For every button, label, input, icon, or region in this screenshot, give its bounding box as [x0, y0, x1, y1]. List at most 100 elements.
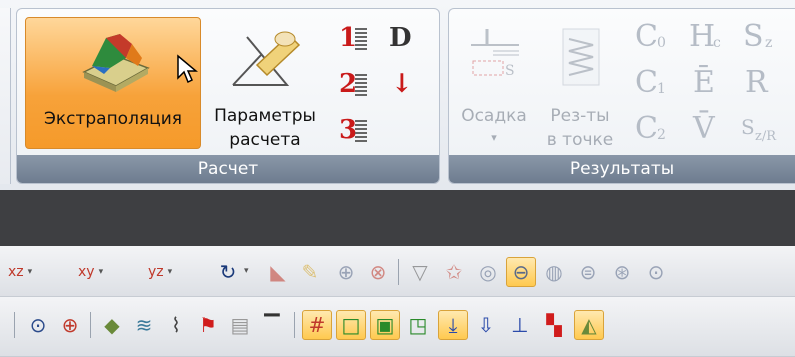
layer-3-button[interactable]: 3: [335, 115, 375, 151]
r-symbol: R: [745, 65, 768, 100]
separator: [294, 312, 295, 338]
spring-icon: [355, 74, 367, 96]
results-at-point-button[interactable]: Рез-ты в точке: [535, 17, 625, 150]
color-blocks-icon[interactable]: ▚: [540, 311, 568, 339]
group-calculation-label: Расчет: [17, 155, 439, 183]
view-xz-button[interactable]: xz ▾: [8, 258, 48, 286]
grid-icon[interactable]: #: [302, 310, 332, 340]
v-mean-symbol: V̄: [693, 111, 715, 146]
c2-button[interactable]: C 2: [635, 111, 675, 151]
select-zoom-icon[interactable]: ⊙: [24, 311, 52, 339]
chevron-down-icon: ▾: [98, 267, 104, 277]
group-calculation: Экстраполяция Параметры расчета 1 2 3 D …: [16, 8, 440, 184]
paint-icon[interactable]: ◣: [264, 258, 292, 286]
spring-icon: [355, 28, 367, 50]
chevron-down-icon[interactable]: ▾: [244, 266, 249, 276]
c0-subscript: 0: [657, 35, 666, 51]
sort-down-icon: ↓: [391, 69, 413, 99]
target-icon[interactable]: ◎: [474, 258, 502, 286]
extrapolation-label: Экстраполяция: [43, 109, 183, 129]
parameters-icon: [232, 31, 301, 86]
group-results-label: Результаты: [449, 155, 795, 183]
spring-coil-icon: [562, 28, 600, 86]
layers-icon[interactable]: ≋: [130, 311, 158, 339]
view-yz-button[interactable]: yz ▾: [148, 258, 188, 286]
spring-tool-icon[interactable]: ⌇: [162, 311, 190, 339]
extrapolation-button[interactable]: Экстраполяция: [25, 17, 201, 149]
settlement-icon: S: [471, 29, 519, 79]
toolbar-view: xz ▾ xy ▾ yz ▾ ↻ ▾ ◣ ✎ ⊕ ⊗ ▽ ✩ ◎ ⊖ ◍ ⊜ ⊛…: [0, 246, 795, 297]
settlement-label: Осадка: [461, 106, 527, 126]
sz-r-button[interactable]: S z/R: [741, 111, 793, 151]
layer-1-button[interactable]: 1: [335, 23, 375, 59]
sz-symbol: S: [743, 19, 764, 54]
sort-down-button[interactable]: ↓: [385, 69, 425, 105]
document-icon[interactable]: ▤: [226, 311, 254, 339]
v-mean-button[interactable]: V̄: [693, 111, 733, 151]
cube-3d-icon[interactable]: ▣: [370, 310, 400, 340]
soil-block-icon[interactable]: ◆: [98, 311, 126, 339]
settlement-dropdown-arrow[interactable]: ▾: [457, 127, 531, 149]
flag-icon[interactable]: ⚑: [194, 311, 222, 339]
view-xy-label: xy: [78, 264, 95, 280]
add-block-icon[interactable]: ◳: [404, 311, 432, 339]
chevron-down-icon: ▾: [167, 267, 173, 277]
zoom-icon[interactable]: ⊕: [332, 258, 360, 286]
filter-icon[interactable]: ▽: [406, 258, 434, 286]
c0-button[interactable]: C 0: [635, 19, 675, 59]
separator: [14, 312, 15, 338]
zoom-window-icon[interactable]: ⊙: [642, 258, 670, 286]
separator: [398, 259, 399, 285]
ribbon-left-edge: [0, 8, 11, 184]
r-button[interactable]: R: [745, 65, 789, 105]
spring-icon: [355, 120, 367, 142]
mouse-cursor-icon: [177, 54, 198, 84]
legend-icon[interactable]: ▔: [258, 311, 286, 339]
group-results: S Осадка ▾ Рез-ты в точке C 0 C 1 C 2 H …: [448, 8, 795, 184]
canvas-dark-area: [0, 190, 795, 246]
ribbon: Экстраполяция Параметры расчета 1 2 3 D …: [0, 0, 795, 190]
pan-horizontal-icon[interactable]: ⊜: [574, 258, 602, 286]
sz-r-symbol: S: [741, 115, 755, 139]
c2-subscript: 2: [657, 127, 666, 143]
depth-icon: D: [389, 23, 412, 53]
parameters-label-line1: Параметры: [214, 106, 316, 126]
c1-button[interactable]: C 1: [635, 65, 675, 105]
view-yz-label: yz: [148, 264, 164, 280]
pencil-icon[interactable]: ✎: [296, 258, 324, 286]
toolbar-tools: ⊙ ⊕ ◆ ≋ ⌇ ⚑ ▤ ▔ # □ ▣ ◳ ⤓ ⇩ ⊥ ▚ ◭: [0, 297, 795, 357]
chevron-down-icon: ▾: [27, 267, 33, 277]
calculation-parameters-button[interactable]: Параметры расчета: [205, 17, 325, 150]
sz-subscript: z: [765, 35, 773, 51]
zoom-fit-icon[interactable]: ⊛: [608, 258, 636, 286]
c0-symbol: C: [635, 19, 658, 54]
separator: [90, 312, 91, 338]
hc-button[interactable]: H c: [689, 19, 733, 59]
parameters-label-line2: расчета: [229, 130, 301, 150]
pan-vertical-icon[interactable]: ◍: [540, 258, 568, 286]
settlement-button[interactable]: S Осадка ▾: [457, 17, 531, 149]
rotate-icon[interactable]: ↻: [214, 258, 242, 286]
zoom-delete-icon[interactable]: ⊗: [364, 258, 392, 286]
foundation-icon[interactable]: ⊥: [506, 311, 534, 339]
sz-button[interactable]: S z: [743, 19, 793, 59]
crosshair-icon[interactable]: ⊕: [56, 311, 84, 339]
3d-view-icon[interactable]: ◭: [574, 310, 604, 340]
e-mean-button[interactable]: Ē: [693, 65, 733, 105]
extrapolation-icon: [82, 34, 150, 92]
e-mean-symbol: Ē: [693, 65, 715, 100]
square-icon[interactable]: □: [336, 310, 366, 340]
load-down-icon[interactable]: ⤓: [438, 310, 468, 340]
c1-symbol: C: [635, 65, 658, 100]
load-five-icon[interactable]: ⇩: [472, 311, 500, 339]
svg-text:S: S: [505, 63, 515, 79]
depth-button[interactable]: D: [385, 23, 425, 59]
view-xy-button[interactable]: xy ▾: [78, 258, 118, 286]
star-icon[interactable]: ✩: [440, 258, 468, 286]
layer-2-button[interactable]: 2: [335, 69, 375, 105]
c2-symbol: C: [635, 111, 658, 146]
zoom-out-icon[interactable]: ⊖: [506, 257, 536, 287]
c1-subscript: 1: [657, 81, 666, 97]
sz-r-subscript: z/R: [755, 129, 777, 144]
hc-subscript: c: [713, 35, 721, 51]
